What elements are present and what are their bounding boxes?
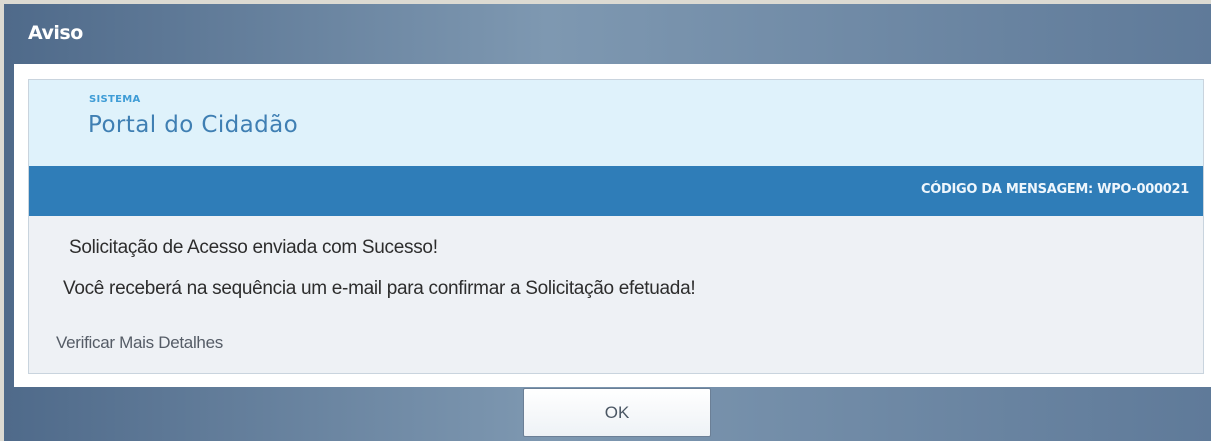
system-name: Portal do Cidadão — [88, 112, 299, 138]
message-code-bar: CÓDIGO DA MENSAGEM: WPO-000021 — [29, 166, 1203, 216]
dialog-content: SISTEMA Portal do Cidadão CÓDIGO DA MENS… — [14, 64, 1211, 387]
system-header: SISTEMA Portal do Cidadão — [29, 80, 1203, 166]
ok-button[interactable]: OK — [523, 388, 711, 437]
system-label: SISTEMA — [89, 94, 141, 105]
details-link[interactable]: Verificar Mais Detalhes — [56, 333, 223, 353]
dialog-titlebar[interactable]: Aviso — [4, 4, 1211, 64]
message-line-2: Você receberá na sequência um e-mail par… — [63, 278, 696, 299]
dialog: Aviso SISTEMA Portal do Cidadão CÓDIGO D… — [4, 4, 1211, 441]
message-line-1: Solicitação de Acesso enviada com Sucess… — [69, 237, 438, 258]
message-code: CÓDIGO DA MENSAGEM: WPO-000021 — [920, 182, 1189, 197]
dialog-title: Aviso — [28, 22, 83, 44]
message-panel: SISTEMA Portal do Cidadão CÓDIGO DA MENS… — [28, 79, 1204, 374]
